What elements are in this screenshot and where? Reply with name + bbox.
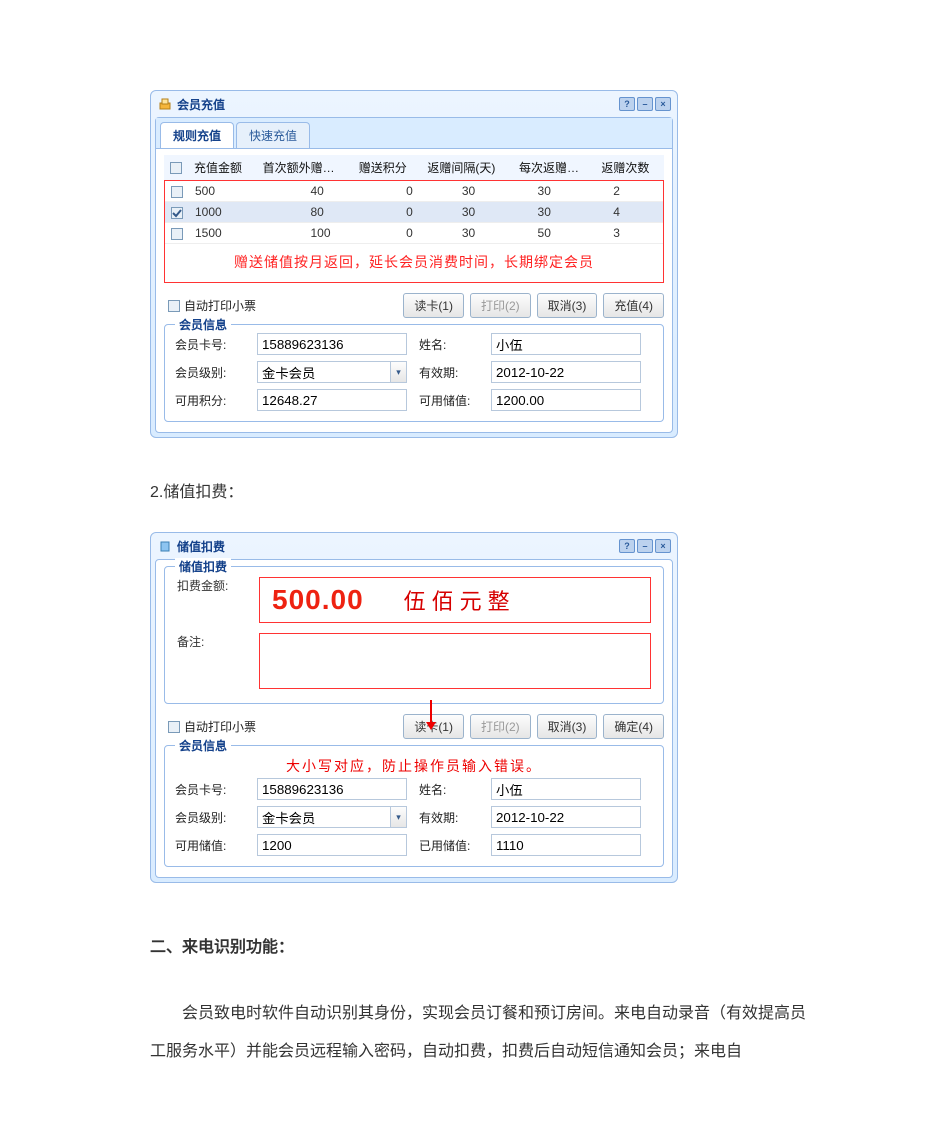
level-select[interactable] (257, 806, 407, 828)
confirm-button[interactable]: 确定(4) (603, 714, 664, 739)
close-button[interactable]: × (655, 97, 671, 111)
read-card-button[interactable]: 读卡(1) (403, 293, 464, 318)
auto-print-checkbox[interactable]: 自动打印小票 (168, 297, 256, 314)
annotation-text: 大小写对应，防止操作员输入错误。 (175, 756, 653, 776)
title-bar: 会员充值 ? – × (151, 91, 677, 117)
table-row[interactable]: 500 40 0 30 30 2 (165, 181, 663, 202)
help-button[interactable]: ? (619, 539, 635, 553)
balance-input[interactable] (491, 389, 641, 411)
col-first-extra: 首次额外赠… (257, 155, 353, 181)
recharge-button[interactable]: 充值(4) (603, 293, 664, 318)
deduction-icon (157, 538, 173, 554)
member-info-legend: 会员信息 (175, 316, 231, 333)
body-paragraph: 会员致电时软件自动识别其身份，实现会员订餐和预订房间。来电自动录音（有效提高员工… (150, 995, 815, 1072)
row-checkbox[interactable] (171, 228, 183, 240)
chevron-down-icon[interactable]: ▾ (390, 807, 406, 827)
cancel-button[interactable]: 取消(3) (537, 293, 598, 318)
used-input[interactable] (491, 834, 641, 856)
amount-value: 500.00 (272, 584, 364, 616)
card-no-input[interactable] (257, 333, 407, 355)
points-input[interactable] (257, 389, 407, 411)
title-bar: 储值扣费 ? – × (151, 533, 677, 559)
card-no-input[interactable] (257, 778, 407, 800)
level-label: 会员级别: (175, 364, 245, 381)
recharge-table: 充值金额 首次额外赠… 赠送积分 返赠间隔(天) 每次返赠… 返赠次数 (164, 155, 664, 181)
deduction-legend: 储值扣费 (175, 558, 231, 575)
print-button[interactable]: 打印(2) (470, 293, 531, 318)
section-heading: 二、来电识别功能： (150, 933, 815, 957)
minimize-button[interactable]: – (637, 539, 653, 553)
member-info-panel: 会员信息 大小写对应，防止操作员输入错误。 会员卡号: 姓名: 会员级别: ▾ … (164, 745, 664, 867)
row-checkbox[interactable] (171, 207, 183, 219)
select-all-checkbox[interactable] (170, 162, 182, 174)
auto-print-checkbox[interactable]: 自动打印小票 (168, 718, 256, 735)
annotation-text: 赠送储值按月返回，延长会员消费时间，长期绑定会员 (165, 244, 663, 282)
tab-quick-recharge[interactable]: 快速充值 (236, 122, 310, 148)
member-info-panel: 会员信息 会员卡号: 姓名: 会员级别: ▾ 有效期: 可用积分: 可用储值 (164, 324, 664, 422)
col-each-return: 每次返赠… (513, 155, 595, 181)
dialog-title: 储值扣费 (177, 538, 225, 555)
name-input[interactable] (491, 333, 641, 355)
valid-input[interactable] (491, 806, 641, 828)
col-interval: 返赠间隔(天) (421, 155, 513, 181)
card-no-label: 会员卡号: (175, 781, 245, 798)
recharge-icon (157, 96, 173, 112)
level-label: 会员级别: (175, 809, 245, 826)
col-amount: 充值金额 (188, 155, 257, 181)
valid-label: 有效期: (419, 809, 479, 826)
help-button[interactable]: ? (619, 97, 635, 111)
col-bonus-points: 赠送积分 (353, 155, 422, 181)
member-info-legend: 会员信息 (175, 737, 231, 754)
points-label: 可用积分: (175, 392, 245, 409)
table-row[interactable]: 1000 80 0 30 30 4 (165, 202, 663, 223)
name-input[interactable] (491, 778, 641, 800)
table-row[interactable]: 1500 100 0 30 50 3 (165, 223, 663, 244)
print-button[interactable]: 打印(2) (470, 714, 531, 739)
remark-input[interactable] (259, 633, 651, 689)
cancel-button[interactable]: 取消(3) (537, 714, 598, 739)
avail-input[interactable] (257, 834, 407, 856)
member-recharge-dialog: 会员充值 ? – × 规则充值 快速充值 充值金额 首次额外赠… 赠送积分 返赠… (150, 90, 678, 438)
amount-label: 扣费金额: (177, 577, 247, 594)
avail-label: 可用储值: (175, 837, 245, 854)
section-label: 2.储值扣费： (150, 478, 815, 502)
chevron-down-icon[interactable]: ▾ (390, 362, 406, 382)
used-label: 已用储值: (419, 837, 479, 854)
row-checkbox[interactable] (171, 186, 183, 198)
col-return-times: 返赠次数 (595, 155, 664, 181)
close-button[interactable]: × (655, 539, 671, 553)
remark-label: 备注: (177, 633, 247, 650)
valid-input[interactable] (491, 361, 641, 383)
dialog-title: 会员充值 (177, 96, 225, 113)
name-label: 姓名: (419, 336, 479, 353)
minimize-button[interactable]: – (637, 97, 653, 111)
tabs: 规则充值 快速充值 (156, 118, 672, 149)
card-no-label: 会员卡号: (175, 336, 245, 353)
amount-chinese: 伍佰元整 (404, 584, 516, 616)
name-label: 姓名: (419, 781, 479, 798)
valid-label: 有效期: (419, 364, 479, 381)
deduction-panel: 储值扣费 扣费金额: 500.00 伍佰元整 备注: (164, 566, 664, 704)
amount-box: 500.00 伍佰元整 (259, 577, 651, 623)
deduction-dialog: 储值扣费 ? – × 储值扣费 扣费金额: 500.00 伍佰元整 备注: (150, 532, 678, 883)
balance-label: 可用储值: (419, 392, 479, 409)
tab-rule-recharge[interactable]: 规则充值 (160, 122, 234, 148)
level-select[interactable] (257, 361, 407, 383)
